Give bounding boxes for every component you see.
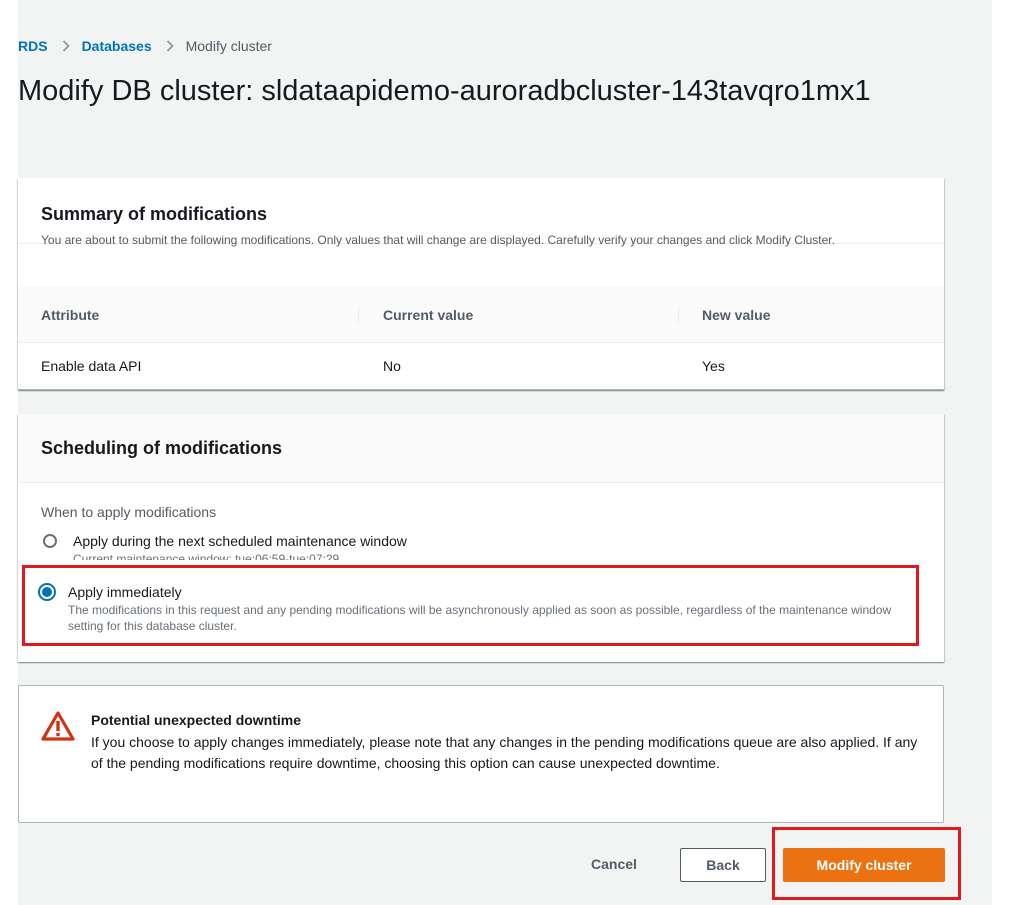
left-margin bbox=[0, 0, 18, 905]
when-to-apply-label: When to apply modifications bbox=[41, 504, 217, 520]
summary-header: Summary of modifications You are about t… bbox=[18, 178, 944, 247]
chevron-right-icon bbox=[166, 40, 174, 52]
scheduling-header: Scheduling of modifications bbox=[18, 414, 944, 483]
modifications-table: Attribute Current value New value Enable… bbox=[18, 287, 944, 390]
option-apply-immediately-text: Apply immediately The modifications in t… bbox=[68, 582, 908, 634]
cell-current-value: No bbox=[383, 358, 401, 374]
warning-title: Potential unexpected downtime bbox=[91, 712, 302, 728]
cell-new-value: Yes bbox=[702, 358, 725, 374]
back-button[interactable]: Back bbox=[680, 848, 766, 882]
right-margin bbox=[992, 0, 1010, 905]
breadcrumb-rds-link[interactable]: RDS bbox=[18, 38, 48, 54]
breadcrumb-databases-link[interactable]: Databases bbox=[82, 38, 152, 54]
table-header: Attribute Current value New value bbox=[18, 287, 944, 343]
option-maintenance-window[interactable]: Apply during the next scheduled maintena… bbox=[43, 531, 407, 560]
radio-maintenance-window[interactable] bbox=[43, 534, 57, 548]
page: RDS Databases Modify cluster Modify DB c… bbox=[0, 0, 1010, 905]
radio-apply-immediately[interactable] bbox=[38, 583, 56, 601]
modify-cluster-button[interactable]: Modify cluster bbox=[783, 848, 945, 882]
scheduling-title: Scheduling of modifications bbox=[41, 438, 283, 458]
warning-body: If you choose to apply changes immediate… bbox=[91, 734, 918, 771]
column-header-new-value: New value bbox=[678, 306, 944, 323]
chevron-right-icon bbox=[62, 40, 70, 52]
option-apply-immediately-description: The modifications in this request and an… bbox=[68, 603, 892, 633]
form-actions: Cancel Back Modify cluster bbox=[0, 845, 1010, 885]
option-apply-immediately[interactable]: Apply immediately The modifications in t… bbox=[38, 582, 908, 634]
warning-content: Potential unexpected downtime If you cho… bbox=[91, 711, 921, 774]
option-maintenance-window-text: Apply during the next scheduled maintena… bbox=[73, 531, 407, 560]
cell-attribute: Enable data API bbox=[41, 358, 142, 374]
summary-panel: Summary of modifications You are about t… bbox=[18, 178, 944, 390]
summary-title: Summary of modifications bbox=[41, 204, 268, 224]
column-header-attribute: Attribute bbox=[41, 306, 100, 323]
warning-alert: Potential unexpected downtime If you cho… bbox=[18, 685, 944, 823]
column-header-current-value: Current value bbox=[358, 306, 678, 323]
cancel-button[interactable]: Cancel bbox=[573, 847, 655, 881]
scheduling-body: When to apply modifications bbox=[18, 483, 944, 522]
breadcrumb-current: Modify cluster bbox=[185, 38, 272, 54]
summary-description: You are about to submit the following mo… bbox=[41, 233, 835, 247]
option-apply-immediately-label[interactable]: Apply immediately bbox=[68, 582, 908, 602]
scheduling-panel: Scheduling of modifications When to appl… bbox=[18, 414, 944, 662]
option-maintenance-window-label[interactable]: Apply during the next scheduled maintena… bbox=[73, 531, 407, 551]
option-maintenance-window-description: Current maintenance window: tue:06:59-tu… bbox=[73, 552, 340, 560]
warning-triangle-icon bbox=[41, 711, 75, 741]
breadcrumb: RDS Databases Modify cluster bbox=[18, 36, 272, 56]
page-title: Modify DB cluster: sldataapidemo-aurorad… bbox=[18, 75, 871, 107]
table-row: Enable data API No Yes bbox=[18, 343, 944, 390]
